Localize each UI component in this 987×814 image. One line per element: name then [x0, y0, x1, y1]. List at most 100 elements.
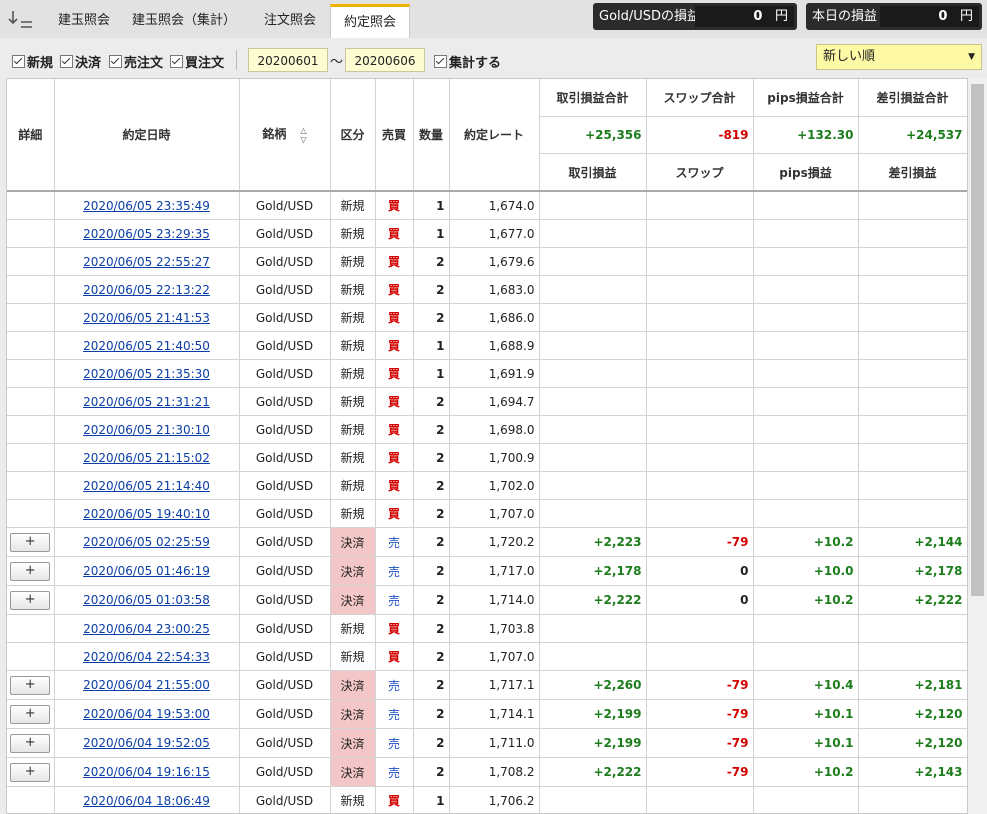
- detail-cell: [7, 191, 55, 220]
- category-cell: 新規: [330, 642, 376, 671]
- swap-cell: [646, 191, 754, 220]
- expand-detail-button[interactable]: +: [10, 762, 51, 782]
- datetime-link[interactable]: 2020/06/05 21:41:53: [83, 311, 210, 325]
- datetime-link[interactable]: 2020/06/05 21:31:21: [83, 395, 210, 409]
- checkmark-icon[interactable]: [109, 55, 122, 68]
- detail-cell: [7, 331, 55, 360]
- tab-positions[interactable]: 建玉照会: [44, 4, 124, 38]
- checkmark-icon[interactable]: [60, 55, 73, 68]
- col-symbol[interactable]: 銘柄 △ ▽: [239, 79, 331, 192]
- symbol-cell: Gold/USD: [239, 275, 331, 304]
- new-checkbox[interactable]: 新規: [12, 52, 53, 71]
- aggregate-checkbox[interactable]: 集計する: [434, 52, 501, 71]
- expand-detail-button[interactable]: +: [10, 590, 51, 610]
- rate-cell: 1,702.0: [449, 471, 540, 500]
- rate-cell: 1,707.0: [449, 642, 540, 671]
- expand-detail-button[interactable]: +: [10, 532, 51, 552]
- detail-cell: [7, 387, 55, 416]
- col-datetime[interactable]: 約定日時: [54, 79, 240, 192]
- qty-cell: 2: [413, 415, 450, 444]
- datetime-link[interactable]: 2020/06/05 21:30:10: [83, 423, 210, 437]
- datetime-link[interactable]: 2020/06/04 19:53:00: [83, 707, 210, 721]
- swap-cell: [646, 275, 754, 304]
- rate-cell: 1,714.1: [449, 699, 540, 729]
- datetime-link[interactable]: 2020/06/05 21:40:50: [83, 339, 210, 353]
- checkmark-icon[interactable]: [12, 55, 25, 68]
- rate-cell: 1,674.0: [449, 191, 540, 220]
- sell-order-checkbox[interactable]: 売注文: [109, 52, 163, 71]
- tab-executions[interactable]: 約定照会: [330, 4, 410, 40]
- vertical-scrollbar[interactable]: [968, 78, 987, 814]
- swap-cell: -79: [646, 757, 754, 787]
- symbol-cell: Gold/USD: [239, 499, 331, 528]
- tab-positions-summary[interactable]: 建玉照会（集計）: [124, 4, 244, 38]
- today-pnl-value: 0 円: [880, 6, 979, 27]
- pl-cell: [539, 614, 647, 643]
- pl-cell: +2,260: [539, 670, 647, 700]
- settle-checkbox[interactable]: 決済: [60, 52, 101, 71]
- datetime-cell: 2020/06/05 01:03:58: [54, 585, 240, 615]
- tab-orders[interactable]: 注文照会: [250, 4, 330, 38]
- datetime-cell: 2020/06/04 21:55:00: [54, 670, 240, 700]
- datetime-link[interactable]: 2020/06/04 19:16:15: [83, 765, 210, 779]
- qty-cell: 2: [413, 499, 450, 528]
- sort-order-select[interactable]: 新しい順 ▼: [816, 44, 982, 70]
- datetime-link[interactable]: 2020/06/04 18:06:49: [83, 794, 210, 808]
- sort-down-icon[interactable]: [6, 8, 36, 32]
- scrollbar-thumb[interactable]: [971, 84, 984, 596]
- datetime-link[interactable]: 2020/06/04 19:52:05: [83, 736, 210, 750]
- datetime-link[interactable]: 2020/06/05 01:46:19: [83, 564, 210, 578]
- datetime-link[interactable]: 2020/06/04 23:00:25: [83, 622, 210, 636]
- datetime-link[interactable]: 2020/06/05 22:13:22: [83, 283, 210, 297]
- chevron-down-icon[interactable]: ▼: [968, 45, 975, 69]
- datetime-link[interactable]: 2020/06/05 01:03:58: [83, 593, 210, 607]
- datetime-link[interactable]: 2020/06/05 19:40:10: [83, 507, 210, 521]
- checkmark-icon[interactable]: [434, 55, 447, 68]
- date-from-input[interactable]: 20200601: [248, 48, 328, 72]
- rate-cell: 1,700.9: [449, 443, 540, 472]
- col-pips-total: pips損益合計: [753, 79, 859, 117]
- datetime-link[interactable]: 2020/06/05 21:35:30: [83, 367, 210, 381]
- checkmark-icon[interactable]: [170, 55, 183, 68]
- expand-detail-button[interactable]: +: [10, 733, 51, 753]
- datetime-link[interactable]: 2020/06/05 23:29:35: [83, 227, 210, 241]
- pips-cell: +10.2: [753, 585, 859, 615]
- expand-detail-button[interactable]: +: [10, 675, 51, 695]
- datetime-link[interactable]: 2020/06/05 21:14:40: [83, 479, 210, 493]
- datetime-link[interactable]: 2020/06/05 22:55:27: [83, 255, 210, 269]
- datetime-cell: 2020/06/04 19:53:00: [54, 699, 240, 729]
- side-cell: 買: [375, 499, 414, 528]
- divider: [236, 50, 237, 70]
- datetime-link[interactable]: 2020/06/04 22:54:33: [83, 650, 210, 664]
- datetime-link[interactable]: 2020/06/04 21:55:00: [83, 678, 210, 692]
- datetime-link[interactable]: 2020/06/05 02:25:59: [83, 535, 210, 549]
- table-row: 2020/06/05 22:13:22 Gold/USD 新規買 2 1,683.0: [7, 275, 967, 304]
- swap-cell: -79: [646, 699, 754, 729]
- table-row: 2020/06/05 22:55:27 Gold/USD 新規買 2 1,679.6: [7, 247, 967, 276]
- expand-detail-button[interactable]: +: [10, 561, 51, 581]
- buy-order-checkbox[interactable]: 買注文: [170, 52, 224, 71]
- pips-cell: [753, 331, 859, 360]
- datetime-link[interactable]: 2020/06/05 21:15:02: [83, 451, 210, 465]
- detail-cell: [7, 415, 55, 444]
- symbol-cell: Gold/USD: [239, 387, 331, 416]
- pl-cell: [539, 443, 647, 472]
- pl-cell: +2,223: [539, 527, 647, 557]
- side-cell: 売: [375, 670, 414, 700]
- top-bar: 建玉照会 建玉照会（集計） 注文照会 約定照会 Gold/USDの損益 0 円 …: [0, 0, 987, 40]
- expand-detail-button[interactable]: +: [10, 704, 51, 724]
- col-category: 区分: [330, 79, 376, 192]
- category-cell: 新規: [330, 191, 376, 220]
- net-cell: [858, 247, 967, 276]
- rate-cell: 1,688.9: [449, 331, 540, 360]
- rate-cell: 1,694.7: [449, 387, 540, 416]
- swap-cell: 0: [646, 556, 754, 586]
- datetime-cell: 2020/06/05 21:31:21: [54, 387, 240, 416]
- detail-cell: [7, 359, 55, 388]
- side-cell: 売: [375, 757, 414, 787]
- qty-cell: 1: [413, 219, 450, 248]
- col-swap: スワップ: [646, 153, 754, 192]
- date-to-input[interactable]: 20200606: [345, 48, 425, 72]
- sort-arrows-icon[interactable]: △ ▽: [300, 126, 306, 144]
- datetime-link[interactable]: 2020/06/05 23:35:49: [83, 199, 210, 213]
